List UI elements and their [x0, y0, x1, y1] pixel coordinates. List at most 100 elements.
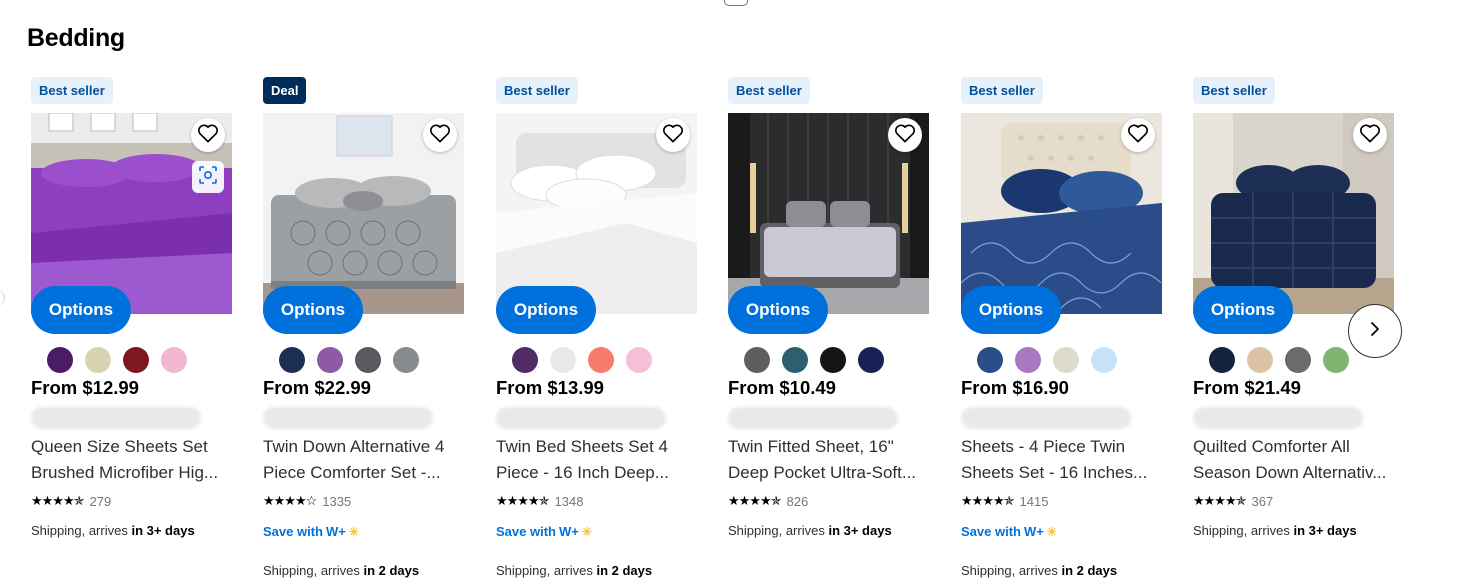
options-button[interactable]: Options: [263, 286, 363, 334]
color-swatch[interactable]: [588, 347, 614, 373]
product-title-line: Twin Down Alternative 4: [263, 437, 445, 456]
walmart-plus-save[interactable]: Save with W+ ✳: [496, 524, 592, 539]
color-swatch[interactable]: [1247, 347, 1273, 373]
color-swatch[interactable]: [1323, 347, 1349, 373]
shipping-info: Shipping, arrives in 2 days: [496, 563, 652, 578]
favorite-button[interactable]: [1353, 118, 1387, 152]
color-swatches: [1209, 347, 1349, 373]
favorite-button[interactable]: [656, 118, 690, 152]
product-title-link[interactable]: Queen Size Sheets Set Brushed Microfiber…: [31, 434, 236, 486]
product-card[interactable]: Best seller Options From $10.49 Twin Fit…: [728, 77, 933, 577]
visual-search-button[interactable]: [192, 161, 224, 193]
walmart-plus-logo: W+: [558, 524, 579, 539]
top-scroll-handle: [724, 0, 748, 6]
options-button[interactable]: Options: [728, 286, 828, 334]
color-swatch[interactable]: [1209, 347, 1235, 373]
blurred-text: [31, 407, 201, 429]
product-title-line: Twin Bed Sheets Set 4: [496, 437, 668, 456]
color-swatch[interactable]: [393, 347, 419, 373]
heart-outline-icon: [894, 123, 916, 148]
color-swatch[interactable]: [317, 347, 343, 373]
color-swatch[interactable]: [782, 347, 808, 373]
blurred-text: [496, 407, 666, 429]
favorite-button[interactable]: [191, 118, 225, 152]
options-button[interactable]: Options: [961, 286, 1061, 334]
product-title-link[interactable]: Sheets - 4 Piece Twin Sheets Set - 16 In…: [961, 434, 1166, 486]
product-title-line: Deep Pocket Ultra-Soft...: [728, 463, 917, 482]
review-count: 1335: [322, 493, 352, 509]
shipping-eta: in 2 days: [1061, 563, 1118, 578]
product-card[interactable]: Best seller Options From $12.99 Queen Si…: [31, 77, 236, 577]
color-swatch[interactable]: [355, 347, 381, 373]
color-swatch[interactable]: [744, 347, 770, 373]
color-swatch[interactable]: [1053, 347, 1079, 373]
color-swatch[interactable]: [1285, 347, 1311, 373]
product-title-line: Piece - 16 Inch Deep...: [496, 463, 669, 482]
favorite-button[interactable]: [423, 118, 457, 152]
star-icon: ★★★★☆: [263, 493, 317, 508]
options-button[interactable]: Options: [31, 286, 131, 334]
shipping-info: Shipping, arrives in 2 days: [961, 563, 1117, 578]
chevron-right-icon: [1367, 321, 1383, 342]
star-icon: ★★★★✯: [728, 493, 782, 508]
color-swatches: [47, 347, 187, 373]
walmart-plus-save[interactable]: Save with W+ ✳: [263, 524, 359, 539]
product-card[interactable]: Best seller Options From $16.90 Sheets -…: [961, 77, 1166, 578]
color-swatch[interactable]: [626, 347, 652, 373]
blurred-text: [961, 407, 1131, 429]
favorite-button[interactable]: [1121, 118, 1155, 152]
shipping-text: Shipping, arrives: [728, 523, 829, 538]
product-title-line: Sheets Set - 16 Inches...: [961, 463, 1148, 482]
shipping-eta: in 2 days: [363, 563, 420, 578]
color-swatch[interactable]: [1091, 347, 1117, 373]
color-swatch[interactable]: [161, 347, 187, 373]
best-seller-badge: Best seller: [1193, 77, 1275, 104]
color-swatch[interactable]: [550, 347, 576, 373]
product-title-link[interactable]: Twin Bed Sheets Set 4 Piece - 16 Inch De…: [496, 434, 701, 486]
color-swatch[interactable]: [977, 347, 1003, 373]
options-button[interactable]: Options: [496, 286, 596, 334]
color-swatch[interactable]: [123, 347, 149, 373]
favorite-button[interactable]: [888, 118, 922, 152]
product-title-line: Queen Size Sheets Set: [31, 437, 208, 456]
color-swatch[interactable]: [85, 347, 111, 373]
deal-badge: Deal: [263, 77, 307, 104]
price: From $10.49: [728, 377, 836, 398]
rating: ★★★★✯ 826: [728, 493, 808, 509]
shipping-info: Shipping, arrives in 3+ days: [31, 523, 195, 538]
review-count: 367: [1251, 493, 1274, 509]
product-card[interactable]: Deal Options From $22.99 Twin Down Alter…: [263, 77, 468, 578]
price: From $22.99: [263, 377, 371, 398]
visual-search-icon: [198, 165, 218, 190]
shipping-text: Shipping, arrives: [496, 563, 597, 578]
shipping-eta: in 3+ days: [131, 523, 195, 538]
walmart-plus-logo: W+: [1023, 524, 1044, 539]
shipping-text: Shipping, arrives: [961, 563, 1062, 578]
shipping-text: Shipping, arrives: [1193, 523, 1294, 538]
spark-icon: ✳: [1046, 524, 1057, 539]
color-swatch[interactable]: [47, 347, 73, 373]
color-swatch[interactable]: [1015, 347, 1041, 373]
product-card[interactable]: Best seller Options From $13.99 Twin Bed…: [496, 77, 701, 578]
color-swatch[interactable]: [820, 347, 846, 373]
shipping-info: Shipping, arrives in 2 days: [263, 563, 419, 578]
price: From $16.90: [961, 377, 1069, 398]
shipping-eta: in 2 days: [596, 563, 653, 578]
product-title-link[interactable]: Twin Down Alternative 4 Piece Comforter …: [263, 434, 468, 486]
walmart-plus-save[interactable]: Save with W+ ✳: [961, 524, 1057, 539]
product-title-line: Piece Comforter Set -...: [263, 463, 441, 482]
options-button[interactable]: Options: [1193, 286, 1293, 334]
blurred-text: [1193, 407, 1363, 429]
color-swatch[interactable]: [279, 347, 305, 373]
star-icon: ★★★★✯: [961, 493, 1015, 508]
color-swatch[interactable]: [512, 347, 538, 373]
product-title-line: Season Down Alternativ...: [1193, 463, 1387, 482]
carousel-next-button[interactable]: [1348, 304, 1402, 358]
save-label: Save with: [496, 524, 556, 539]
review-count: 279: [89, 493, 112, 509]
best-seller-badge: Best seller: [496, 77, 578, 104]
product-title-link[interactable]: Twin Fitted Sheet, 16" Deep Pocket Ultra…: [728, 434, 933, 486]
color-swatch[interactable]: [858, 347, 884, 373]
product-title-link[interactable]: Quilted Comforter All Season Down Altern…: [1193, 434, 1398, 486]
best-seller-badge: Best seller: [961, 77, 1043, 104]
